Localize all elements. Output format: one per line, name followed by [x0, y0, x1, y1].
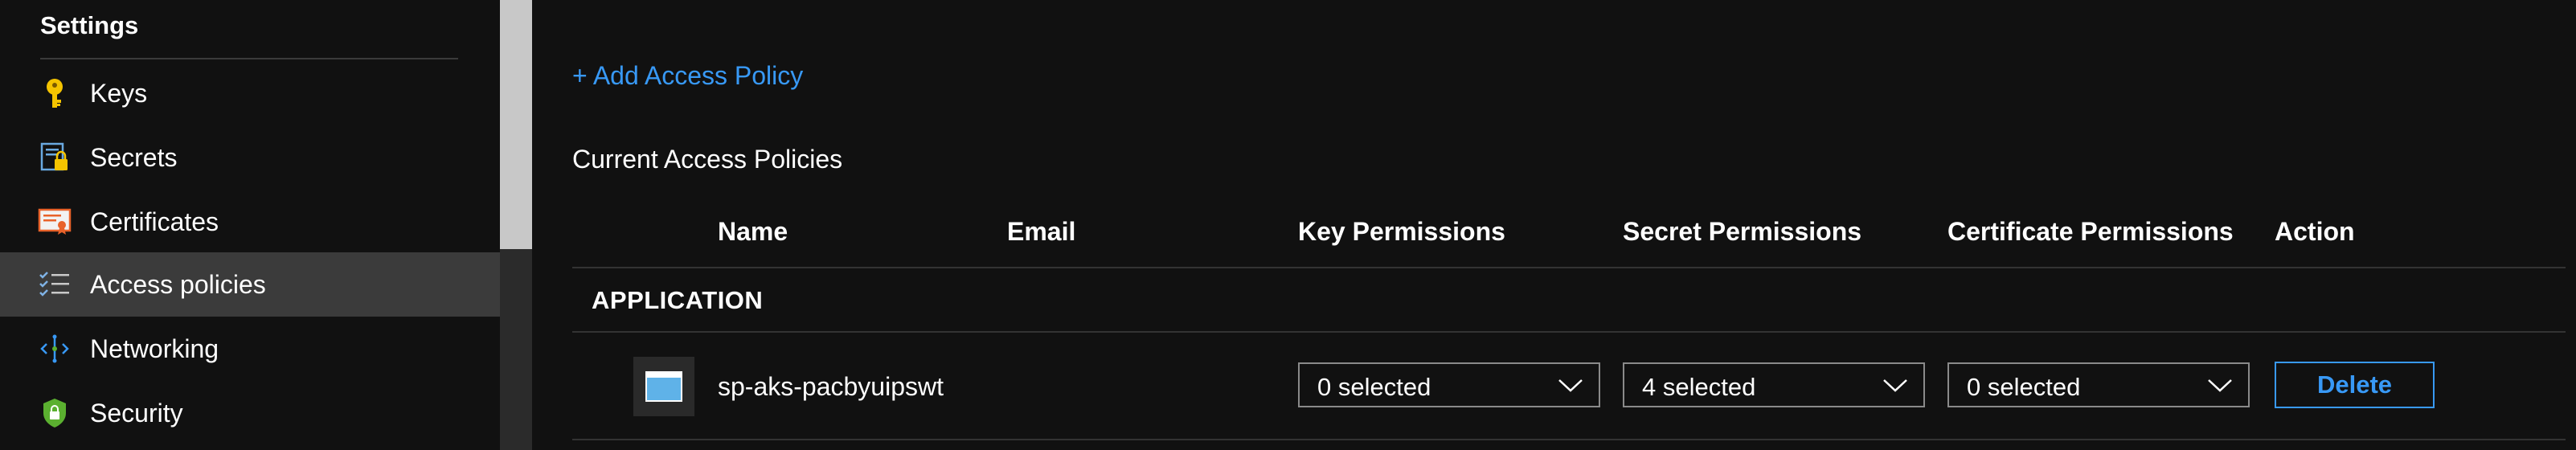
networking-icon: [37, 331, 72, 366]
security-shield-icon: [37, 395, 72, 431]
sidebar-item-certificates[interactable]: Certificates: [0, 190, 500, 254]
secret-permissions-dropdown[interactable]: 4 selected: [1623, 362, 1925, 407]
table-divider: [572, 439, 2566, 440]
sidebar-title: Settings: [40, 11, 139, 39]
sidebar-item-label: Security: [90, 398, 183, 428]
chevron-down-icon: [1558, 379, 1583, 392]
certificate-permissions-dropdown[interactable]: 0 selected: [1947, 362, 2250, 407]
column-header-key-permissions: Key Permissions: [1298, 217, 1505, 246]
table-divider: [572, 331, 2566, 333]
current-policies-heading: Current Access Policies: [572, 145, 843, 174]
column-header-name: Name: [718, 217, 788, 246]
settings-sidebar: Settings Keys Secrets Certificates Acces…: [0, 0, 500, 450]
certificate-permissions-value: 0 selected: [1967, 373, 2081, 401]
secret-icon: [37, 140, 72, 175]
column-header-email: Email: [1007, 217, 1076, 246]
sidebar-item-label: Certificates: [90, 207, 219, 236]
key-icon: [37, 76, 72, 111]
application-icon: [633, 357, 694, 416]
sidebar-item-label: Keys: [90, 78, 148, 108]
chevron-down-icon: [1883, 379, 1907, 392]
group-label-application: APPLICATION: [592, 286, 764, 314]
sidebar-item-secrets[interactable]: Secrets: [0, 125, 500, 190]
key-permissions-dropdown[interactable]: 0 selected: [1298, 362, 1600, 407]
table-divider: [572, 267, 2566, 268]
secret-permissions-value: 4 selected: [1642, 373, 1756, 401]
delete-button[interactable]: Delete: [2275, 362, 2435, 408]
column-header-secret-permissions: Secret Permissions: [1623, 217, 1862, 246]
sidebar-divider: [40, 58, 458, 59]
sidebar-item-access-policies[interactable]: Access policies: [0, 252, 500, 317]
chevron-down-icon: [2208, 379, 2232, 392]
column-header-action: Action: [2275, 217, 2355, 246]
certificate-icon: [37, 204, 72, 239]
sidebar-item-networking[interactable]: Networking: [0, 317, 500, 381]
access-policies-icon: [37, 267, 72, 302]
sidebar-item-keys[interactable]: Keys: [0, 61, 500, 125]
sidebar-scrollbar-thumb[interactable]: [500, 0, 532, 249]
access-policies-panel: + Add Access Policy Current Access Polic…: [532, 0, 2576, 450]
sidebar-item-label: Secrets: [90, 142, 178, 172]
key-permissions-value: 0 selected: [1317, 373, 1431, 401]
policy-principal-name: sp-aks-pacbyuipswt: [718, 372, 944, 401]
sidebar-item-security[interactable]: Security: [0, 381, 500, 445]
add-access-policy-link[interactable]: + Add Access Policy: [572, 61, 803, 91]
column-header-certificate-permissions: Certificate Permissions: [1947, 217, 2234, 246]
sidebar-item-label: Access policies: [90, 269, 266, 299]
sidebar-item-label: Networking: [90, 333, 219, 363]
